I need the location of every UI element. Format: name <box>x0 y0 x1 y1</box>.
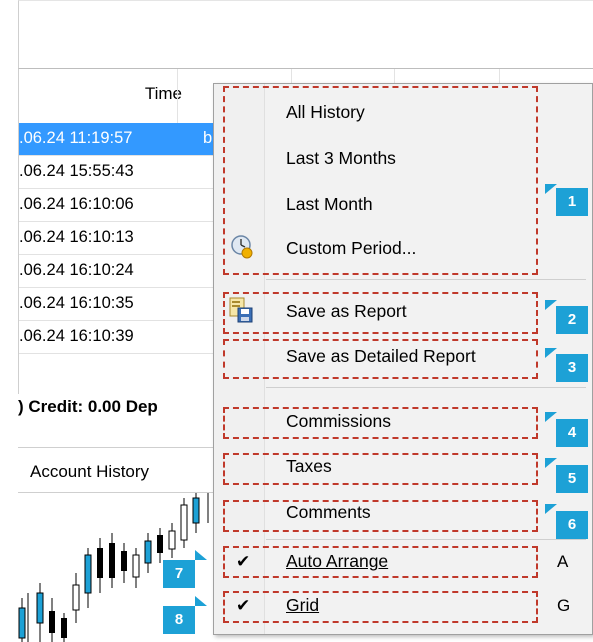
menu-separator <box>266 279 586 280</box>
badge-2: 2 <box>556 306 588 334</box>
shortcut-auto-arrange: A <box>557 552 569 571</box>
candlestick-chart <box>18 493 209 642</box>
badge-3: 3 <box>556 354 588 382</box>
column-separator[interactable] <box>177 69 178 123</box>
badge-5: 5 <box>556 465 588 493</box>
menu-separator <box>266 539 586 540</box>
shortcut-grid: G <box>557 596 571 615</box>
annotation-box-1 <box>223 86 538 275</box>
badge-1: 1 <box>556 188 588 216</box>
annotation-box-5 <box>223 453 538 485</box>
annotation-box-4 <box>223 407 538 439</box>
annotation-box-3 <box>223 339 538 379</box>
cell-time: .06.24 16:10:06 <box>19 195 134 213</box>
cell-time: .06.24 11:19:57 <box>19 129 133 147</box>
annotation-box-7 <box>223 546 538 578</box>
cell-type: b <box>203 129 213 147</box>
menu-separator <box>266 387 586 388</box>
cell-time: .06.24 16:10:13 <box>19 228 134 246</box>
account-summary: ) Credit: 0.00 Dep <box>18 397 158 416</box>
price-chart[interactable] <box>18 492 238 642</box>
tab-account-history[interactable]: Account History <box>30 462 149 482</box>
cell-time: .06.24 16:10:24 <box>19 261 134 279</box>
badge-8: 8 <box>163 606 195 634</box>
terminal-tabs: Account History <box>18 447 218 492</box>
toolbar-area <box>18 0 593 68</box>
callout-pointer <box>195 550 207 560</box>
callout-pointer <box>195 596 207 606</box>
annotation-box-8 <box>223 591 538 623</box>
badge-7: 7 <box>163 560 195 588</box>
cell-time: .06.24 16:10:39 <box>19 327 134 345</box>
annotation-box-2 <box>223 292 538 334</box>
badge-6: 6 <box>556 511 588 539</box>
cell-time: .06.24 16:10:35 <box>19 294 134 312</box>
annotation-box-6 <box>223 500 538 532</box>
badge-4: 4 <box>556 419 588 447</box>
cell-time: .06.24 15:55:43 <box>19 162 134 180</box>
